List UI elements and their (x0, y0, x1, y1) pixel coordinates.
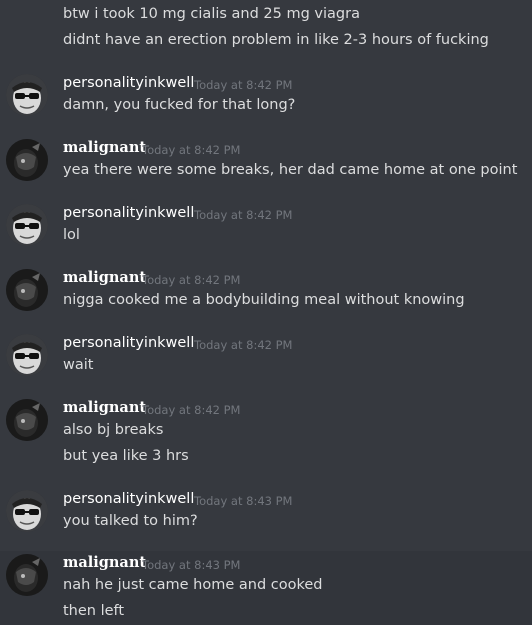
timestamp: Today at 8:42 PM (194, 78, 293, 92)
avatar-malignant[interactable] (6, 399, 48, 441)
message-text: didnt have an erection problem in like 2… (63, 32, 489, 48)
timestamp: Today at 8:43 PM (142, 558, 241, 572)
timestamp: Today at 8:42 PM (142, 403, 241, 417)
message-text: btw i took 10 mg cialis and 25 mg viagra (63, 6, 360, 22)
avatar-malignant[interactable] (6, 139, 48, 181)
message-group: personalityinkwell Today at 8:43 PM you … (0, 489, 532, 541)
username[interactable]: malignant (63, 269, 146, 287)
timestamp: Today at 8:42 PM (142, 143, 241, 157)
message-group: malignant Today at 8:42 PM nigga cooked … (0, 268, 532, 320)
timestamp: Today at 8:42 PM (194, 338, 293, 352)
timestamp: Today at 8:43 PM (194, 494, 293, 508)
timestamp: Today at 8:42 PM (142, 273, 241, 287)
message-group: personalityinkwell Today at 8:42 PM wait (0, 333, 532, 385)
username[interactable]: malignant (63, 399, 146, 417)
message-text: wait (63, 357, 94, 373)
message-text: yea there were some breaks, her dad came… (63, 162, 518, 178)
message-group: personalityinkwell Today at 8:42 PM lol (0, 203, 532, 255)
message-text: nah he just came home and cooked (63, 577, 323, 593)
message-text: then left (63, 603, 125, 619)
chat-message-list: btw i took 10 mg cialis and 25 mg viagra… (0, 0, 532, 625)
username[interactable]: personalityinkwell (63, 334, 194, 352)
username[interactable]: malignant (63, 139, 146, 157)
message-text: but yea like 3 hrs (63, 448, 189, 464)
username[interactable]: personalityinkwell (63, 490, 194, 508)
avatar-personalityinkwell[interactable] (6, 490, 48, 532)
avatar-malignant[interactable] (6, 554, 48, 596)
message-group: malignant Today at 8:43 PM nah he just c… (0, 551, 532, 625)
avatar-malignant[interactable] (6, 269, 48, 311)
message-group: malignant Today at 8:42 PM also bj break… (0, 398, 532, 476)
timestamp: Today at 8:42 PM (194, 208, 293, 222)
username[interactable]: personalityinkwell (63, 74, 194, 92)
message-text: also bj breaks (63, 422, 164, 438)
message-group: malignant Today at 8:42 PM yea there wer… (0, 138, 532, 190)
message-text: you talked to him? (63, 513, 198, 529)
message-text: nigga cooked me a bodybuilding meal with… (63, 292, 465, 308)
message-group: personalityinkwell Today at 8:42 PM damn… (0, 73, 532, 125)
message-text: lol (63, 227, 80, 243)
username[interactable]: malignant (63, 554, 146, 572)
avatar-personalityinkwell[interactable] (6, 204, 48, 246)
avatar-personalityinkwell[interactable] (6, 334, 48, 376)
username[interactable]: personalityinkwell (63, 204, 194, 222)
message-text: damn, you fucked for that long? (63, 97, 296, 113)
avatar-personalityinkwell[interactable] (6, 74, 48, 116)
